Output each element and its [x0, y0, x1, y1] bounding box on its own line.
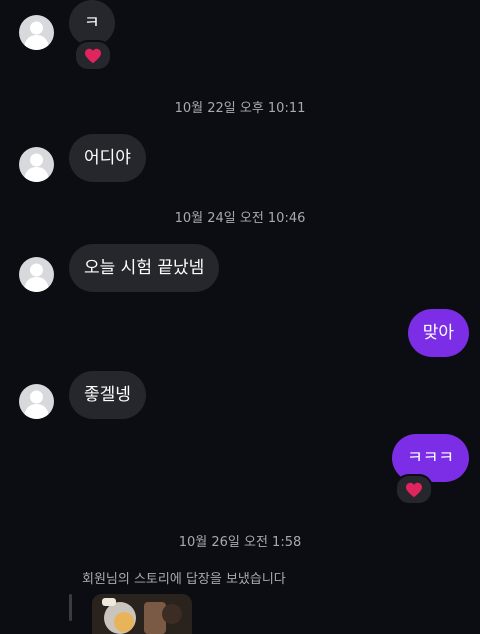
default-avatar-icon — [24, 390, 49, 419]
message-text: ㅋ — [84, 13, 100, 33]
message-text: 좋겔넹 — [84, 385, 131, 405]
heart-icon — [406, 482, 422, 497]
reaction-badge[interactable] — [395, 474, 433, 505]
default-avatar-icon — [24, 153, 49, 182]
heart-icon — [85, 48, 101, 63]
message-bubble-outgoing[interactable]: 맞아 — [407, 309, 469, 357]
default-avatar-icon — [24, 21, 49, 50]
message-text: 어디야 — [84, 148, 131, 168]
story-reply-divider — [69, 594, 72, 621]
timestamp-divider: 10월 22일 오후 10:11 — [174, 101, 306, 116]
message-text: 맞아 — [422, 323, 454, 343]
story-thumbnail[interactable] — [92, 594, 192, 634]
avatar[interactable] — [19, 147, 54, 182]
timestamp-divider: 10월 24일 오전 10:46 — [174, 211, 306, 226]
default-avatar-icon — [24, 263, 49, 292]
reaction-badge[interactable] — [74, 40, 112, 71]
story-reply-label: 회원님의 스토리에 답장을 보냈습니다 — [82, 572, 286, 587]
avatar[interactable] — [19, 384, 54, 419]
story-image — [92, 594, 192, 634]
message-bubble-incoming[interactable]: 어디야 — [69, 134, 146, 182]
message-bubble-incoming[interactable]: 좋겔넹 — [69, 371, 146, 419]
message-text: 오늘 시험 끝났넴 — [84, 258, 205, 278]
message-text: ㅋㅋㅋ — [407, 448, 454, 468]
timestamp-divider: 10월 26일 오전 1:58 — [178, 535, 302, 550]
message-bubble-incoming[interactable]: 오늘 시험 끝났넴 — [69, 244, 220, 292]
avatar[interactable] — [19, 257, 54, 292]
avatar[interactable] — [19, 15, 54, 50]
